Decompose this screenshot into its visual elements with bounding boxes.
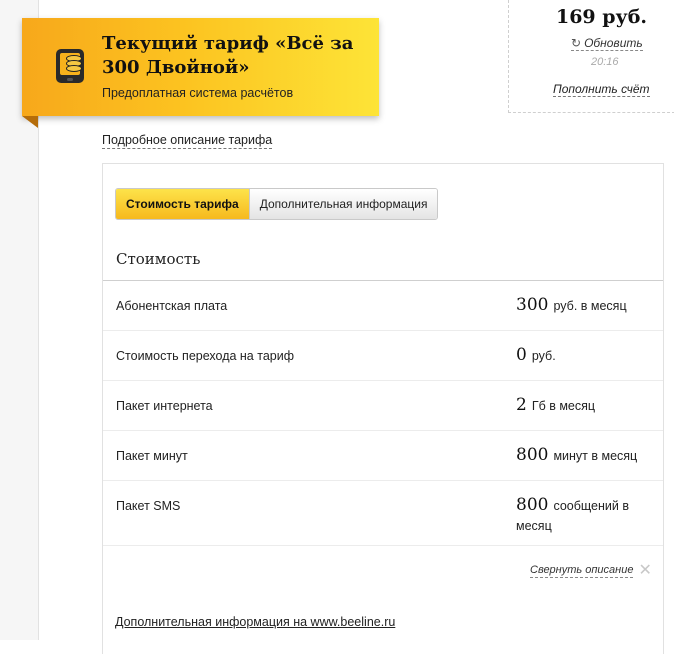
table-row: Пакет минут 800 минут в месяц: [103, 431, 663, 481]
refresh-label: Обновить: [584, 36, 643, 50]
row-value: 0 руб.: [516, 345, 656, 366]
close-icon[interactable]: ✕: [638, 563, 651, 579]
row-label: Пакет минут: [116, 449, 188, 463]
row-value-unit: руб.: [531, 349, 556, 363]
row-label: Пакет интернета: [116, 399, 213, 413]
table-row: Пакет SMS 800 сообщений в месяц: [103, 481, 663, 546]
collapse-control: Свернуть описание ✕: [530, 563, 652, 579]
balance-panel: 169 руб. ↻ Обновить 20:16 Пополнить счёт: [508, 0, 674, 113]
row-label: Пакет SMS: [116, 499, 181, 513]
row-value: 800 сообщений в месяц: [516, 495, 656, 536]
topup-link[interactable]: Пополнить счёт: [553, 82, 650, 97]
refresh-button[interactable]: ↻ Обновить: [571, 36, 643, 51]
tab-tariff-cost[interactable]: Стоимость тарифа: [116, 189, 250, 219]
tariff-details-card: Стоимость тарифа Дополнительная информац…: [102, 163, 664, 654]
price-table: Абонентская плата 300 руб. в месяц Стоимо…: [103, 281, 663, 546]
phone-coins-icon: [56, 49, 84, 83]
table-row: Стоимость перехода на тариф 0 руб.: [103, 331, 663, 381]
table-row: Абонентская плата 300 руб. в месяц: [103, 281, 663, 331]
balance-amount: 169 руб.: [555, 6, 647, 28]
row-label: Стоимость перехода на тариф: [116, 349, 294, 363]
row-value-unit: руб. в месяц: [553, 299, 627, 313]
row-value-number: 800: [516, 495, 549, 515]
tariff-subtitle: Предоплатная система расчётов: [102, 86, 294, 100]
banner-fold: [22, 116, 38, 128]
tariff-title: Текущий тариф «Всё за 300 Двойной»: [102, 33, 354, 78]
balance-update-time: 20:16: [591, 56, 619, 68]
refresh-icon: ↻: [571, 36, 582, 50]
row-value-number: 300: [516, 295, 549, 315]
row-value: 800 минут в месяц: [516, 445, 656, 466]
row-value: 2 Гб в месяц: [516, 395, 656, 416]
row-value-unit: минут в месяц: [553, 449, 638, 463]
row-value-number: 0: [516, 345, 527, 365]
collapse-description-link[interactable]: Свернуть описание: [530, 564, 634, 578]
row-value-number: 2: [516, 395, 527, 415]
tab-bar: Стоимость тарифа Дополнительная информац…: [115, 188, 439, 220]
tab-additional-info[interactable]: Дополнительная информация: [249, 189, 438, 219]
row-label: Абонентская плата: [116, 299, 228, 313]
row-value: 300 руб. в месяц: [516, 295, 656, 316]
tariff-description-link[interactable]: Подробное описание тарифа: [102, 133, 273, 149]
row-value-unit: Гб в месяц: [531, 399, 596, 413]
row-value-number: 800: [516, 445, 549, 465]
tariff-banner: Текущий тариф «Всё за 300 Двойной» Предо…: [22, 18, 379, 116]
more-info-link[interactable]: Дополнительная информация на www.beeline…: [115, 615, 395, 629]
table-row: Пакет интернета 2 Гб в месяц: [103, 381, 663, 431]
section-title: Стоимость: [116, 250, 201, 268]
